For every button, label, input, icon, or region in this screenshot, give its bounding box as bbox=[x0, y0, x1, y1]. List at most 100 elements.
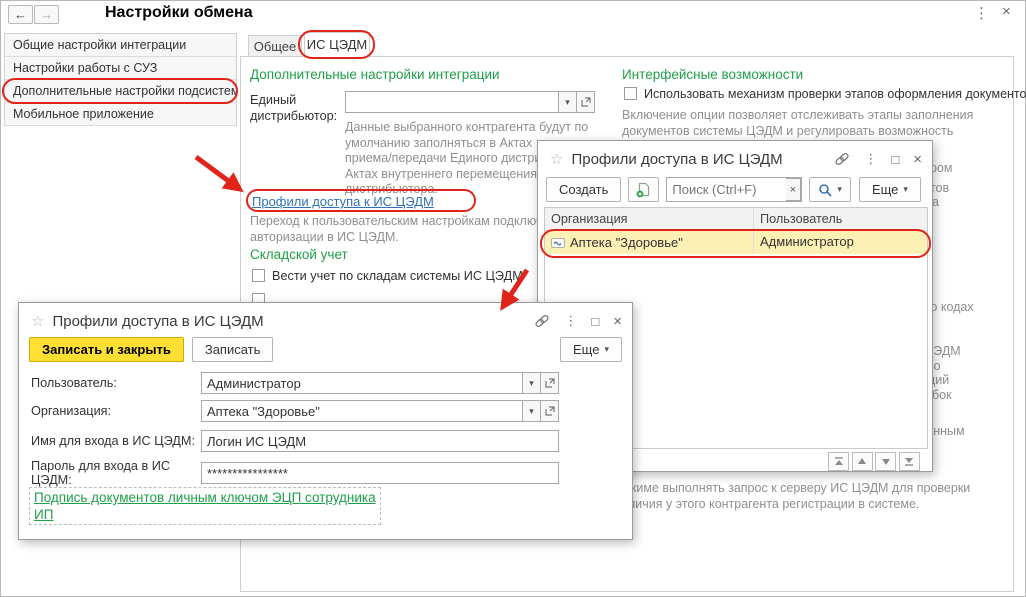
distributor-dropdown-button[interactable]: ▾ bbox=[559, 91, 577, 113]
list-more-button[interactable]: Еще▾ bbox=[859, 177, 921, 202]
access-profiles-link[interactable]: Профили доступа к ИС ЦЭДМ bbox=[252, 194, 434, 209]
form-dialog-toolbar: Записать и закрыть Записать Еще▾ bbox=[29, 337, 622, 362]
user-combo: ▾ bbox=[201, 372, 559, 394]
checkbox-icon[interactable] bbox=[624, 87, 637, 100]
get-link-button[interactable] bbox=[534, 314, 550, 328]
distributor-label: Единый дистрибьютор: bbox=[250, 92, 342, 124]
dialog-maximize-button[interactable]: □ bbox=[591, 314, 599, 329]
search-input[interactable] bbox=[667, 178, 785, 201]
warehouse-checkbox-row[interactable]: Вести учет по складам системы ИС ЦЭДМ bbox=[252, 269, 523, 283]
column-header-user[interactable]: Пользователь bbox=[754, 208, 927, 230]
user-input[interactable] bbox=[202, 373, 522, 393]
checkbox-icon[interactable] bbox=[252, 269, 265, 282]
window-menu-button[interactable]: ⋮ bbox=[974, 4, 989, 22]
close-icon: × bbox=[613, 313, 622, 330]
form-more-button[interactable]: Еще▾ bbox=[560, 337, 622, 362]
table-header: Организация Пользователь bbox=[545, 208, 927, 231]
password-label: Пароль для входа в ИС ЦЭДМ: bbox=[31, 459, 201, 487]
integration-heading: Дополнительные настройки интеграции bbox=[250, 67, 500, 82]
forward-icon: → bbox=[40, 7, 53, 22]
interface-checkbox-label: Использовать механизм проверки этапов оф… bbox=[644, 87, 1026, 101]
dialog-menu-button[interactable]: ⋮ bbox=[864, 151, 877, 167]
interface-checkbox-row[interactable]: Использовать механизм проверки этапов оф… bbox=[624, 87, 1026, 101]
login-input[interactable] bbox=[202, 431, 558, 451]
go-down-button[interactable] bbox=[875, 452, 896, 471]
close-icon: × bbox=[1002, 3, 1011, 20]
page-title: Настройки обмена bbox=[105, 4, 253, 22]
sidebar-item-general-integration[interactable]: Общие настройки интеграции bbox=[5, 34, 236, 57]
chevron-down-icon: ▾ bbox=[604, 344, 609, 355]
forward-button[interactable]: → bbox=[34, 5, 59, 24]
interface-hint: Включение опции позволяет отслеживать эт… bbox=[622, 108, 973, 139]
settings-sidebar: Общие настройки интеграции Настройки раб… bbox=[4, 33, 237, 126]
kebab-icon: ⋮ bbox=[564, 313, 577, 329]
arrow-top-icon bbox=[834, 457, 844, 466]
access-profile-form-dialog: ☆ Профили доступа в ИС ЦЭДМ ⋮ □ × Записа… bbox=[18, 302, 633, 540]
user-dropdown-button[interactable]: ▾ bbox=[523, 372, 541, 394]
maximize-icon: □ bbox=[591, 314, 599, 329]
save-button[interactable]: Записать bbox=[192, 337, 274, 362]
favorite-star-icon[interactable]: ☆ bbox=[550, 150, 563, 168]
row-user: Администратор bbox=[754, 231, 927, 254]
organization-dropdown-button[interactable]: ▾ bbox=[523, 400, 541, 422]
open-link-icon bbox=[545, 406, 555, 416]
login-label: Имя для входа в ИС ЦЭДМ: bbox=[31, 434, 201, 448]
tab-general[interactable]: Общее bbox=[248, 35, 302, 57]
table-row[interactable]: Аптека "Здоровье" Администратор bbox=[545, 231, 927, 254]
maximize-icon: □ bbox=[891, 152, 899, 167]
back-button[interactable]: ← bbox=[8, 5, 33, 24]
chevron-down-icon: ▾ bbox=[565, 97, 570, 108]
form-dialog-titlebar: ☆ Профили доступа в ИС ЦЭДМ ⋮ □ × bbox=[19, 303, 632, 334]
organization-open-button[interactable] bbox=[541, 400, 559, 422]
user-label: Пользователь: bbox=[31, 376, 201, 390]
arrow-down-icon bbox=[881, 457, 891, 466]
chain-link-icon bbox=[534, 314, 550, 328]
dialog-maximize-button[interactable]: □ bbox=[891, 152, 899, 167]
password-input[interactable] bbox=[202, 463, 558, 483]
organization-input[interactable] bbox=[202, 401, 522, 421]
dialog-menu-button[interactable]: ⋮ bbox=[564, 313, 577, 329]
get-link-button[interactable] bbox=[834, 152, 850, 166]
create-button[interactable]: Создать bbox=[546, 177, 621, 202]
distributor-combo: ▾ bbox=[345, 91, 595, 113]
form-dialog-title: Профили доступа в ИС ЦЭДМ bbox=[52, 313, 520, 330]
signature-link[interactable]: Подпись документов личным ключом ЭЦП сот… bbox=[34, 490, 376, 522]
chevron-down-icon: ▾ bbox=[529, 378, 534, 389]
sidebar-item-subsystem-settings[interactable]: Дополнительные настройки подсистемы bbox=[5, 80, 236, 103]
sidebar-item-suz[interactable]: Настройки работы с СУЗ bbox=[5, 57, 236, 80]
search-clear-button[interactable]: × bbox=[786, 178, 802, 201]
signature-link-box: Подпись документов личным ключом ЭЦП сот… bbox=[29, 487, 381, 525]
favorite-star-icon[interactable]: ☆ bbox=[31, 312, 44, 330]
clear-icon: × bbox=[790, 184, 796, 196]
list-dialog-toolbar: Создать × ▾ Еще▾ bbox=[546, 177, 921, 202]
user-open-button[interactable] bbox=[541, 372, 559, 394]
dialog-close-button[interactable]: × bbox=[613, 313, 622, 330]
organization-label: Организация: bbox=[31, 404, 201, 418]
interface-heading: Интерфейсные возможности bbox=[622, 67, 803, 82]
warehouse-checkbox-label: Вести учет по складам системы ИС ЦЭДМ bbox=[272, 269, 523, 283]
column-header-organization[interactable]: Организация bbox=[545, 208, 754, 230]
create-copy-button[interactable] bbox=[628, 177, 659, 202]
chain-link-icon bbox=[834, 152, 850, 166]
window-close-button[interactable]: × bbox=[1002, 3, 1011, 20]
history-nav: ← → bbox=[8, 5, 59, 24]
search-options-button[interactable]: ▾ bbox=[809, 177, 851, 202]
row-organization: Аптека "Здоровье" bbox=[570, 235, 683, 250]
dialog-close-button[interactable]: × bbox=[913, 151, 922, 168]
save-and-close-button[interactable]: Записать и закрыть bbox=[29, 337, 184, 362]
organization-combo: ▾ bbox=[201, 400, 559, 422]
go-first-button[interactable] bbox=[828, 452, 849, 471]
distributor-open-button[interactable] bbox=[577, 91, 595, 113]
close-icon: × bbox=[913, 151, 922, 168]
tab-is-cedm[interactable]: ИС ЦЭДМ bbox=[304, 32, 370, 58]
chevron-down-icon: ▾ bbox=[529, 406, 534, 417]
row-navigation bbox=[829, 452, 920, 471]
open-link-icon bbox=[545, 378, 555, 388]
kebab-icon: ⋮ bbox=[974, 5, 989, 22]
go-up-button[interactable] bbox=[852, 452, 873, 471]
sidebar-item-mobile-app[interactable]: Мобильное приложение bbox=[5, 103, 236, 126]
go-last-button[interactable] bbox=[899, 452, 920, 471]
warehouse-heading: Складской учет bbox=[250, 247, 348, 262]
list-dialog-titlebar: ☆ Профили доступа в ИС ЦЭДМ ⋮ □ × bbox=[538, 141, 932, 172]
distributor-input[interactable] bbox=[346, 92, 558, 112]
